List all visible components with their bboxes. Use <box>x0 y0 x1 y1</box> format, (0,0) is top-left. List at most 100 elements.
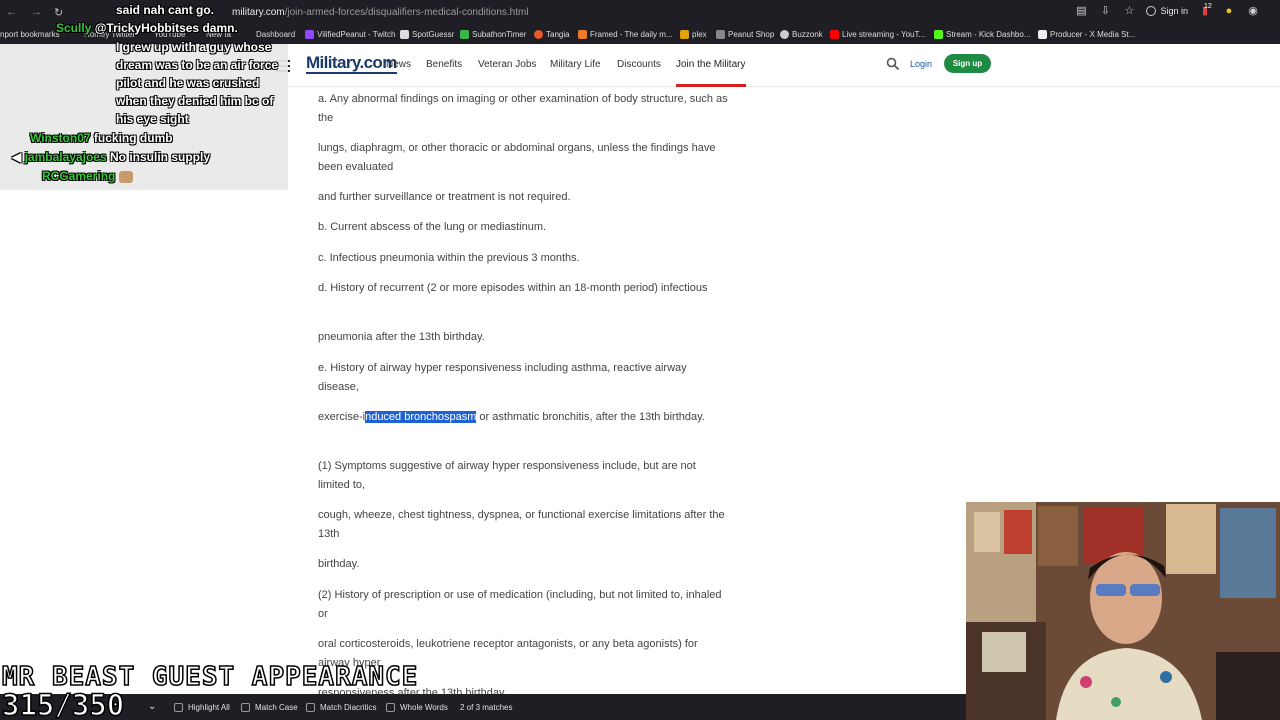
bookmark-label: Stream - Kick Dashbo... <box>946 30 1031 39</box>
checkbox[interactable] <box>174 703 183 712</box>
bookmark-item[interactable]: VilifiedPeanut - Twitch <box>305 30 395 39</box>
chat-text: damn. <box>202 21 238 35</box>
bookmark-label: Tangia <box>546 30 570 39</box>
article-paragraph: and further surveillance or treatment is… <box>318 191 571 203</box>
bookmark-label: nport bookmarks <box>0 30 60 39</box>
article-paragraph: lungs, diaphragm, or other thoracic or a… <box>318 142 716 173</box>
x-icon <box>1038 30 1047 39</box>
bookmark-item[interactable]: SubathonTimer <box>460 30 526 39</box>
nav-military-life[interactable]: Military Life <box>550 59 601 70</box>
bookmark-item[interactable]: plex <box>680 30 707 39</box>
sign-in-button[interactable]: Sign in <box>1146 6 1188 16</box>
bookmark-item[interactable]: SpotGuessr <box>400 30 454 39</box>
article-paragraph: d. History of recurrent (2 or more episo… <box>318 282 708 294</box>
notification-icon[interactable]: ▮ 12 <box>1198 3 1212 18</box>
login-link[interactable]: Login <box>910 59 932 69</box>
checkbox[interactable] <box>306 703 315 712</box>
back-icon[interactable]: ← <box>6 6 17 18</box>
bookmark-label: Producer - X Media St... <box>1050 30 1136 39</box>
bookmark-item[interactable]: Peanut Shop <box>716 30 774 39</box>
article-paragraph: exercise-induced bronchospasm or asthmat… <box>318 408 728 427</box>
bookmark-label: Peanut Shop <box>728 30 775 39</box>
extension-icon[interactable]: ◉ <box>1246 4 1260 18</box>
chat-username: RCGamering <box>42 169 116 183</box>
article-paragraph: e. History of airway hyper responsivenes… <box>318 362 687 393</box>
webcam-image <box>966 502 1280 720</box>
find-match-highlight: nduced bronchospasm <box>365 411 477 423</box>
plex-icon <box>680 30 689 39</box>
nav-discounts[interactable]: Discounts <box>617 59 661 70</box>
reload-icon[interactable]: ↻ <box>54 6 63 19</box>
article-paragraph: (1) Symptoms suggestive of airway hyper … <box>318 460 696 491</box>
match-case-toggle[interactable]: Match Case <box>241 703 298 712</box>
nav-benefits[interactable]: Benefits <box>426 59 462 70</box>
bookmark-item[interactable]: Live streaming - YouT... <box>830 30 925 39</box>
text-after-match: or asthmatic bronchitis, after the 13th … <box>476 411 705 423</box>
chat-message: when they denied him bc of <box>116 94 274 108</box>
match-diacritics-toggle[interactable]: Match Diacritics <box>306 703 376 712</box>
chat-username: jambalayajoes <box>24 150 107 164</box>
chat-username: Winston07 <box>30 131 91 145</box>
article-paragraph: b. Current abscess of the lung or medias… <box>318 221 547 233</box>
bookmark-item[interactable]: Stream - Kick Dashbo... <box>934 30 1030 39</box>
site-logo[interactable]: Military.com <box>306 54 397 74</box>
forward-icon[interactable]: → <box>31 6 42 18</box>
screen: { "browser": { "url_prefix": "military.c… <box>0 0 1280 720</box>
nav-veteran-jobs[interactable]: Veteran Jobs <box>478 59 536 70</box>
article-paragraph: a. Any abnormal findings on imaging or o… <box>318 93 728 124</box>
address-bar[interactable]: military.com/join-armed-forces/disqualif… <box>232 7 529 18</box>
chevron-down-icon[interactable]: ⌄ <box>148 701 156 712</box>
article-paragraph: c. Infectious pneumonia within the previ… <box>318 252 580 264</box>
kick-icon <box>934 30 943 39</box>
bookmark-item[interactable]: Framed - The daily m... <box>578 30 673 39</box>
tangia-icon <box>534 30 543 39</box>
bookmark-label: Buzzonk <box>792 30 823 39</box>
bookmark-item[interactable]: Tangia <box>534 30 570 39</box>
article-paragraph: pneumonia after the 13th birthday. <box>318 331 485 343</box>
active-nav-indicator <box>676 84 746 87</box>
webcam-feed <box>966 502 1280 720</box>
url-domain: military.com <box>232 7 285 18</box>
bookmark-star-icon[interactable]: ☆ <box>1122 4 1136 18</box>
checkbox[interactable] <box>241 703 250 712</box>
option-label: Match Diacritics <box>320 703 377 712</box>
twitch-icon <box>305 30 314 39</box>
youtube-icon <box>830 30 839 39</box>
chat-message: RCGamering <box>42 167 133 185</box>
globe-icon <box>780 30 789 39</box>
nav-join-the-military[interactable]: Join the Military <box>676 59 745 70</box>
highlight-all-toggle[interactable]: Highlight All <box>174 703 230 712</box>
bookmark-label: VilifiedPeanut - Twitch <box>317 30 396 39</box>
site-header: Military.com News Benefits Veteran Jobs … <box>288 44 1280 87</box>
article-paragraph: (2) History of prescription or use of me… <box>318 589 722 620</box>
bookmark-label: plex <box>692 30 707 39</box>
spotguessr-icon <box>400 30 409 39</box>
download-icon[interactable]: ⇩ <box>1098 4 1112 18</box>
chat-message: ◀ jambalayajoes No insulin supply <box>12 148 210 166</box>
bookmark-item[interactable]: Producer - X Media St... <box>1038 30 1135 39</box>
mute-icon: ◀ <box>12 150 22 164</box>
url-path: /join-armed-forces/disqualifiers-medical… <box>284 7 529 18</box>
chat-message: pilot and he was crushed <box>116 76 260 90</box>
match-count: 2 of 3 matches <box>460 703 513 712</box>
bookmark-label: Live streaming - YouT... <box>842 30 926 39</box>
checkbox[interactable] <box>386 703 395 712</box>
bookmark-item[interactable]: nport bookmarks <box>0 30 60 39</box>
bookmark-label: Framed - The daily m... <box>590 30 673 39</box>
chat-message: said nah cant go. <box>116 3 215 17</box>
notification-count: 12 <box>1204 3 1212 10</box>
reader-view-icon[interactable]: ▤ <box>1074 4 1088 18</box>
timer-icon <box>460 30 469 39</box>
signup-button[interactable]: Sign up <box>944 54 991 73</box>
article-paragraph: birthday. <box>318 558 360 570</box>
bookmark-item[interactable]: Buzzonk <box>780 30 823 39</box>
chat-message: dream was to be an air force <box>116 58 279 72</box>
emoji-extension-icon[interactable]: ● <box>1222 4 1236 18</box>
sign-in-label: Sign in <box>1160 6 1188 16</box>
search-icon[interactable] <box>886 57 900 71</box>
option-label: Whole Words <box>400 703 448 712</box>
framed-icon <box>578 30 587 39</box>
chat-message: Winston07 fucking dumb <box>30 129 173 147</box>
nav-news[interactable]: News <box>386 59 411 70</box>
whole-words-toggle[interactable]: Whole Words <box>386 703 448 712</box>
